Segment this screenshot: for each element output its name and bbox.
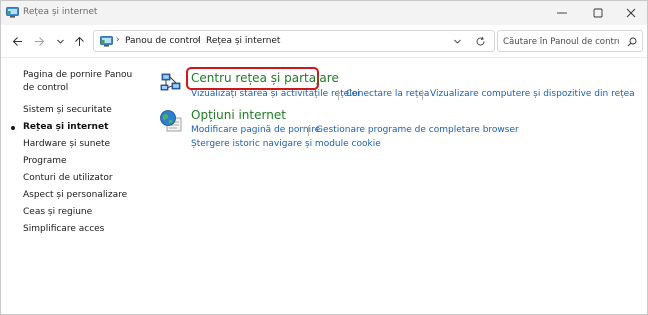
navigation-bar: › Panou de control › Rețea și internet [1,25,647,57]
up-button[interactable] [69,31,89,51]
sidebar-item-programs[interactable]: Programe [23,156,67,166]
internet-options-icon [160,110,182,132]
sidebar-item-system-security[interactable]: Sistem și securitate [23,105,112,115]
task-connect-to-network[interactable]: Conectare la rețea [346,89,429,99]
control-panel-icon [100,36,113,47]
breadcrumb-retea-si-internet[interactable]: Rețea și internet [206,36,280,46]
active-bullet-icon [11,126,15,130]
back-button[interactable] [7,31,27,51]
sidebar-item-ease-of-access[interactable]: Simplificare acces [23,224,104,234]
sidebar-item-network-internet[interactable]: Rețea și internet [23,122,108,132]
task-delete-browsing-history[interactable]: Ștergere istoric navigare și module cook… [191,139,381,149]
minimize-icon [557,12,567,14]
title-bar[interactable]: Rețea și internet [1,1,647,25]
breadcrumb-separator-icon: › [197,35,201,45]
sidebar: Pagina de pornire Panou de control Siste… [1,58,151,314]
sidebar-item-clock-region[interactable]: Ceas și regiune [23,207,92,217]
chevron-down-icon [453,39,461,44]
window-title: Rețea și internet [23,7,98,17]
forward-button[interactable] [29,31,49,51]
sidebar-item-hardware-sound[interactable]: Hardware și sunete [23,139,110,149]
task-separator [308,126,309,136]
control-panel-icon [6,7,19,18]
recent-locations-button[interactable] [50,31,70,51]
close-button[interactable] [614,1,648,25]
search-button[interactable] [625,35,639,49]
task-separator [422,90,423,100]
maximize-button[interactable] [581,1,615,25]
arrow-left-icon [12,36,22,46]
address-bar[interactable]: › Panou de control › Rețea și internet [93,30,495,52]
task-view-network-status[interactable]: Vizualizați starea și activitățile rețel… [191,89,360,99]
sidebar-item-user-accounts[interactable]: Conturi de utilizator [23,173,113,183]
category-network-sharing-center[interactable]: Centru rețea și partajare [191,71,339,85]
breadcrumb-separator-icon: › [116,35,120,45]
category-internet-options[interactable]: Opțiuni internet [191,108,286,122]
network-sharing-center-icon [160,73,181,91]
close-icon [626,8,636,18]
task-manage-browser-addons[interactable]: Gestionare programe de completare browse… [316,125,519,135]
task-change-home-page[interactable]: Modificare pagină de pornire [191,125,320,135]
address-history-button[interactable] [450,34,464,48]
task-separator [338,90,339,100]
task-view-network-computers[interactable]: Vizualizare computere și dispozitive din… [430,89,635,99]
sidebar-item-home[interactable]: Pagina de pornire Panou de control [23,69,141,95]
control-panel-window: Rețea și internet › Panou de control › R… [0,0,648,315]
arrow-right-icon [34,36,44,46]
breadcrumb-panou-de-control[interactable]: Panou de control [125,36,201,46]
chevron-down-icon [56,39,64,44]
search-icon [627,37,637,47]
search-box[interactable] [497,30,643,52]
arrow-up-icon [74,36,84,46]
refresh-button[interactable] [471,31,489,51]
refresh-icon [476,36,484,45]
maximize-icon [593,8,603,18]
minimize-button[interactable] [545,1,579,25]
sidebar-item-appearance[interactable]: Aspect și personalizare [23,190,127,200]
search-input[interactable] [503,35,619,48]
